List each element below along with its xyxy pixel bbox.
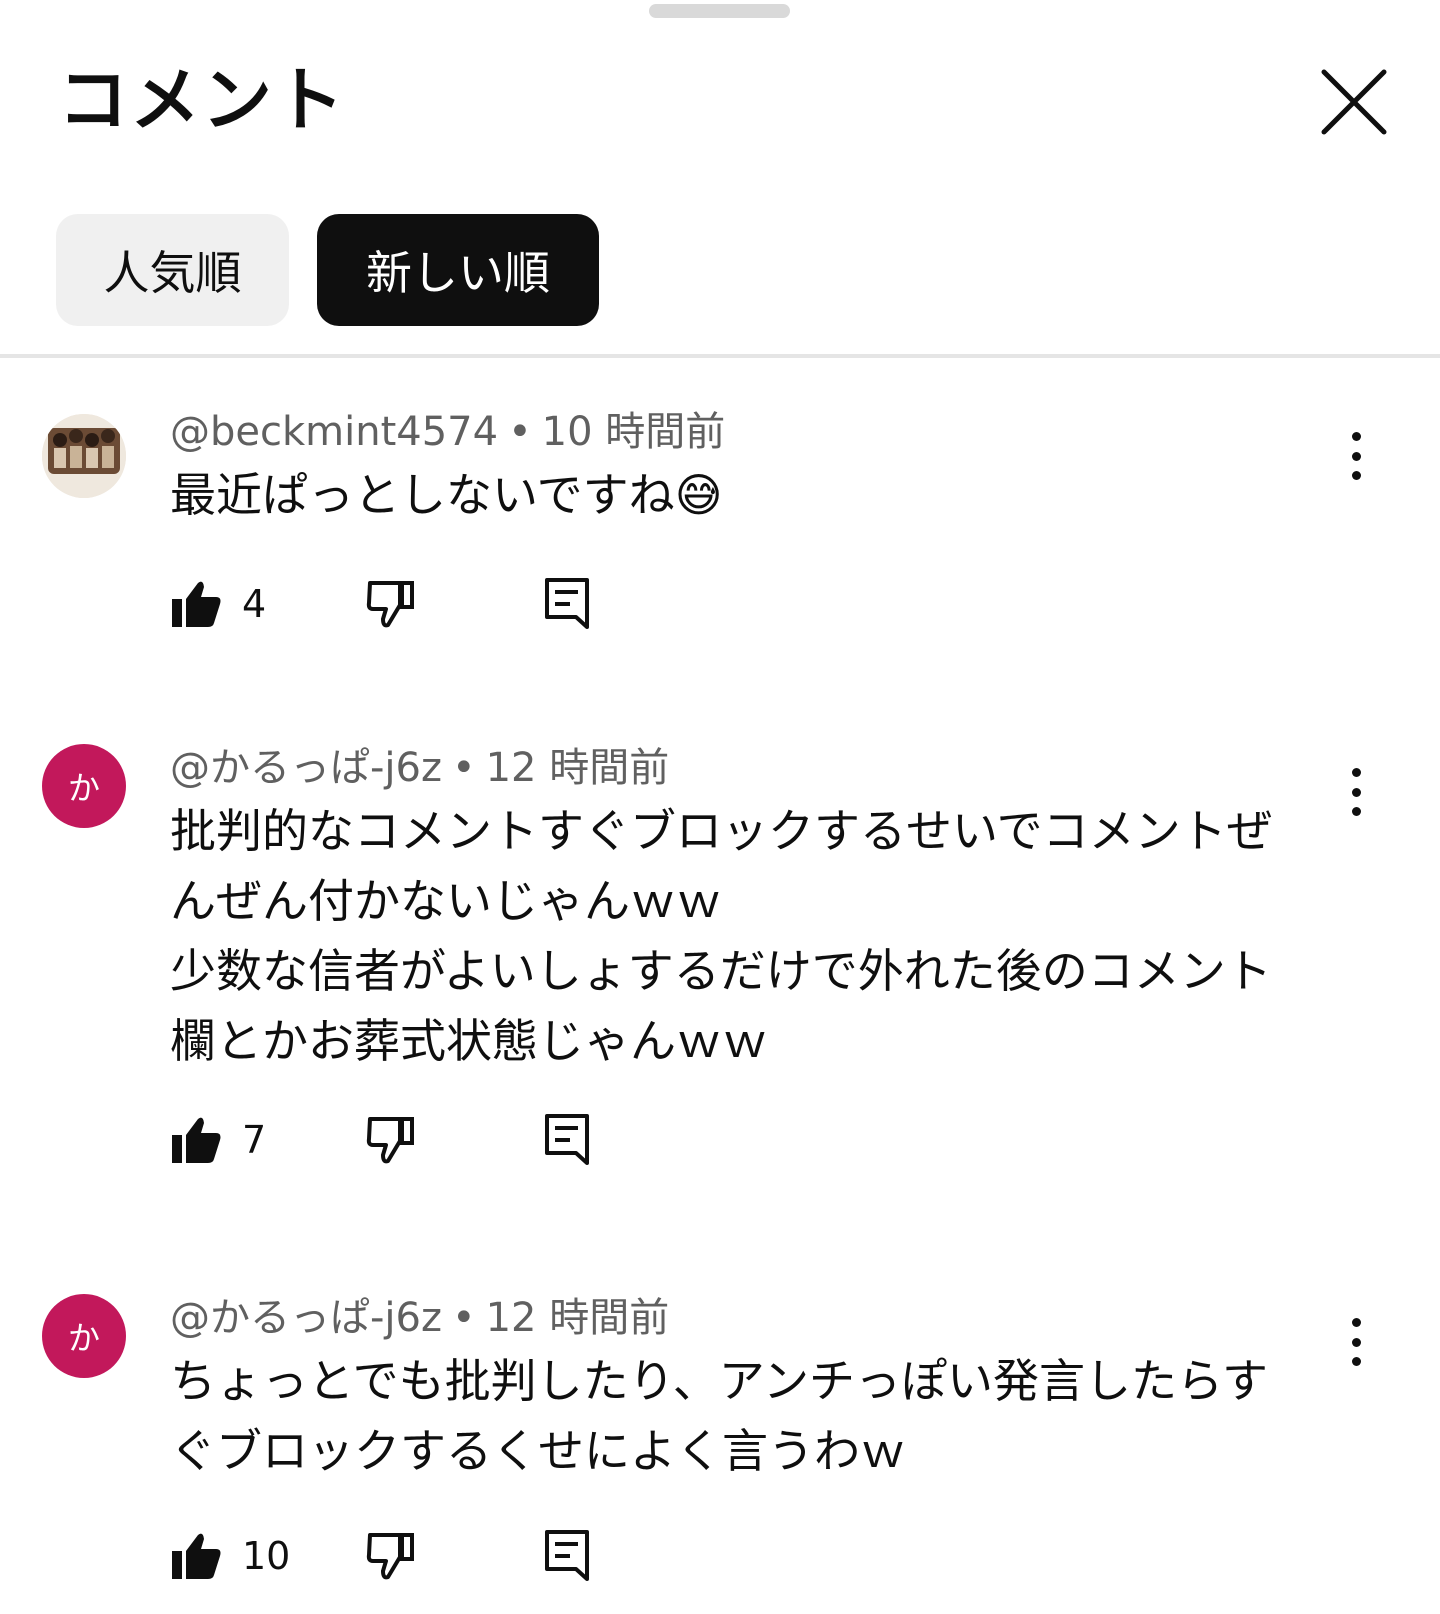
more-vert-dot [1351,807,1361,816]
more-actions-button[interactable] [1336,1312,1376,1372]
sort-chip-popular[interactable]: 人気順 [56,214,289,326]
like-button[interactable]: 4 [170,574,266,634]
more-vert-icon [1351,432,1361,441]
comment-author[interactable]: @beckmint4574 [170,409,498,455]
more-vert-dot [1351,787,1361,797]
comment-text: ちょっとでも批判したり、アンチっぽい発言したらすぐブロックするくせによく言うわｗ [170,1354,1269,1478]
avatar[interactable]: か [42,744,126,828]
like-count: 7 [242,1118,267,1162]
like-count: 10 [242,1534,291,1578]
panel-title: コメント [58,59,346,141]
meta-separator: • [508,409,532,455]
drag-handle[interactable] [649,4,790,18]
more-actions-button[interactable] [1336,426,1376,486]
meta-separator: • [452,745,476,791]
more-vert-dot [1351,471,1361,480]
comment-actions: 10 [170,1526,670,1586]
header-divider [0,354,1440,358]
comment-time[interactable]: 12 時間前 [486,1295,670,1341]
comment-actions: 7 [170,1110,670,1170]
more-vert-icon [1351,768,1361,777]
reply-icon [545,1530,589,1581]
more-vert-dot [1351,1337,1361,1347]
more-vert-dot [1351,451,1361,461]
dislike-button[interactable] [366,1526,416,1586]
comment-author[interactable]: @かるっぱ-j6z [170,745,442,791]
like-button[interactable]: 10 [170,1526,290,1586]
comment-time[interactable]: 10 時間前 [542,409,726,455]
more-actions-button[interactable] [1336,762,1376,822]
comment-text: 批判的なコメントすぐブロックするせいでコメントぜんぜん付かないじゃんｗｗ 少数な… [170,804,1273,1068]
sort-chip-newest[interactable]: 新しい順 [317,214,599,326]
reply-button[interactable] [544,1110,590,1170]
thumbs-up-icon [172,1117,221,1163]
dislike-button[interactable] [366,1110,416,1170]
like-button[interactable]: 7 [170,1110,266,1170]
comment-time[interactable]: 12 時間前 [486,745,670,791]
comment-author[interactable]: @かるっぱ-j6z [170,1295,442,1341]
thumbs-up-icon [172,1533,221,1579]
comment-meta: @かるっぱ-j6z • 12 時間前 [170,744,669,792]
close-icon [1321,69,1387,135]
reply-icon [545,1114,589,1165]
reply-button[interactable] [544,1526,590,1586]
comment-meta: @かるっぱ-j6z • 12 時間前 [170,1294,669,1342]
meta-separator: • [452,1295,476,1341]
more-vert-dot [1351,1357,1361,1366]
thumbs-down-icon [366,1533,414,1580]
like-count: 4 [242,582,267,626]
avatar[interactable]: か [42,1294,126,1378]
close-button[interactable] [1318,66,1390,138]
thumbs-up-icon [172,581,221,627]
thumbs-down-icon [366,1117,414,1164]
comment-actions: 4 [170,574,670,634]
reply-button[interactable] [544,574,590,634]
dislike-button[interactable] [366,574,416,634]
avatar[interactable] [42,414,126,498]
thumbs-down-icon [366,581,414,628]
comment-text: 最近ぱっとしないですね😅 [170,468,723,522]
more-vert-icon [1351,1318,1361,1327]
comment-meta: @beckmint4574 • 10 時間前 [170,408,725,456]
reply-icon [545,578,589,629]
avatar-photo-icon [42,414,126,498]
